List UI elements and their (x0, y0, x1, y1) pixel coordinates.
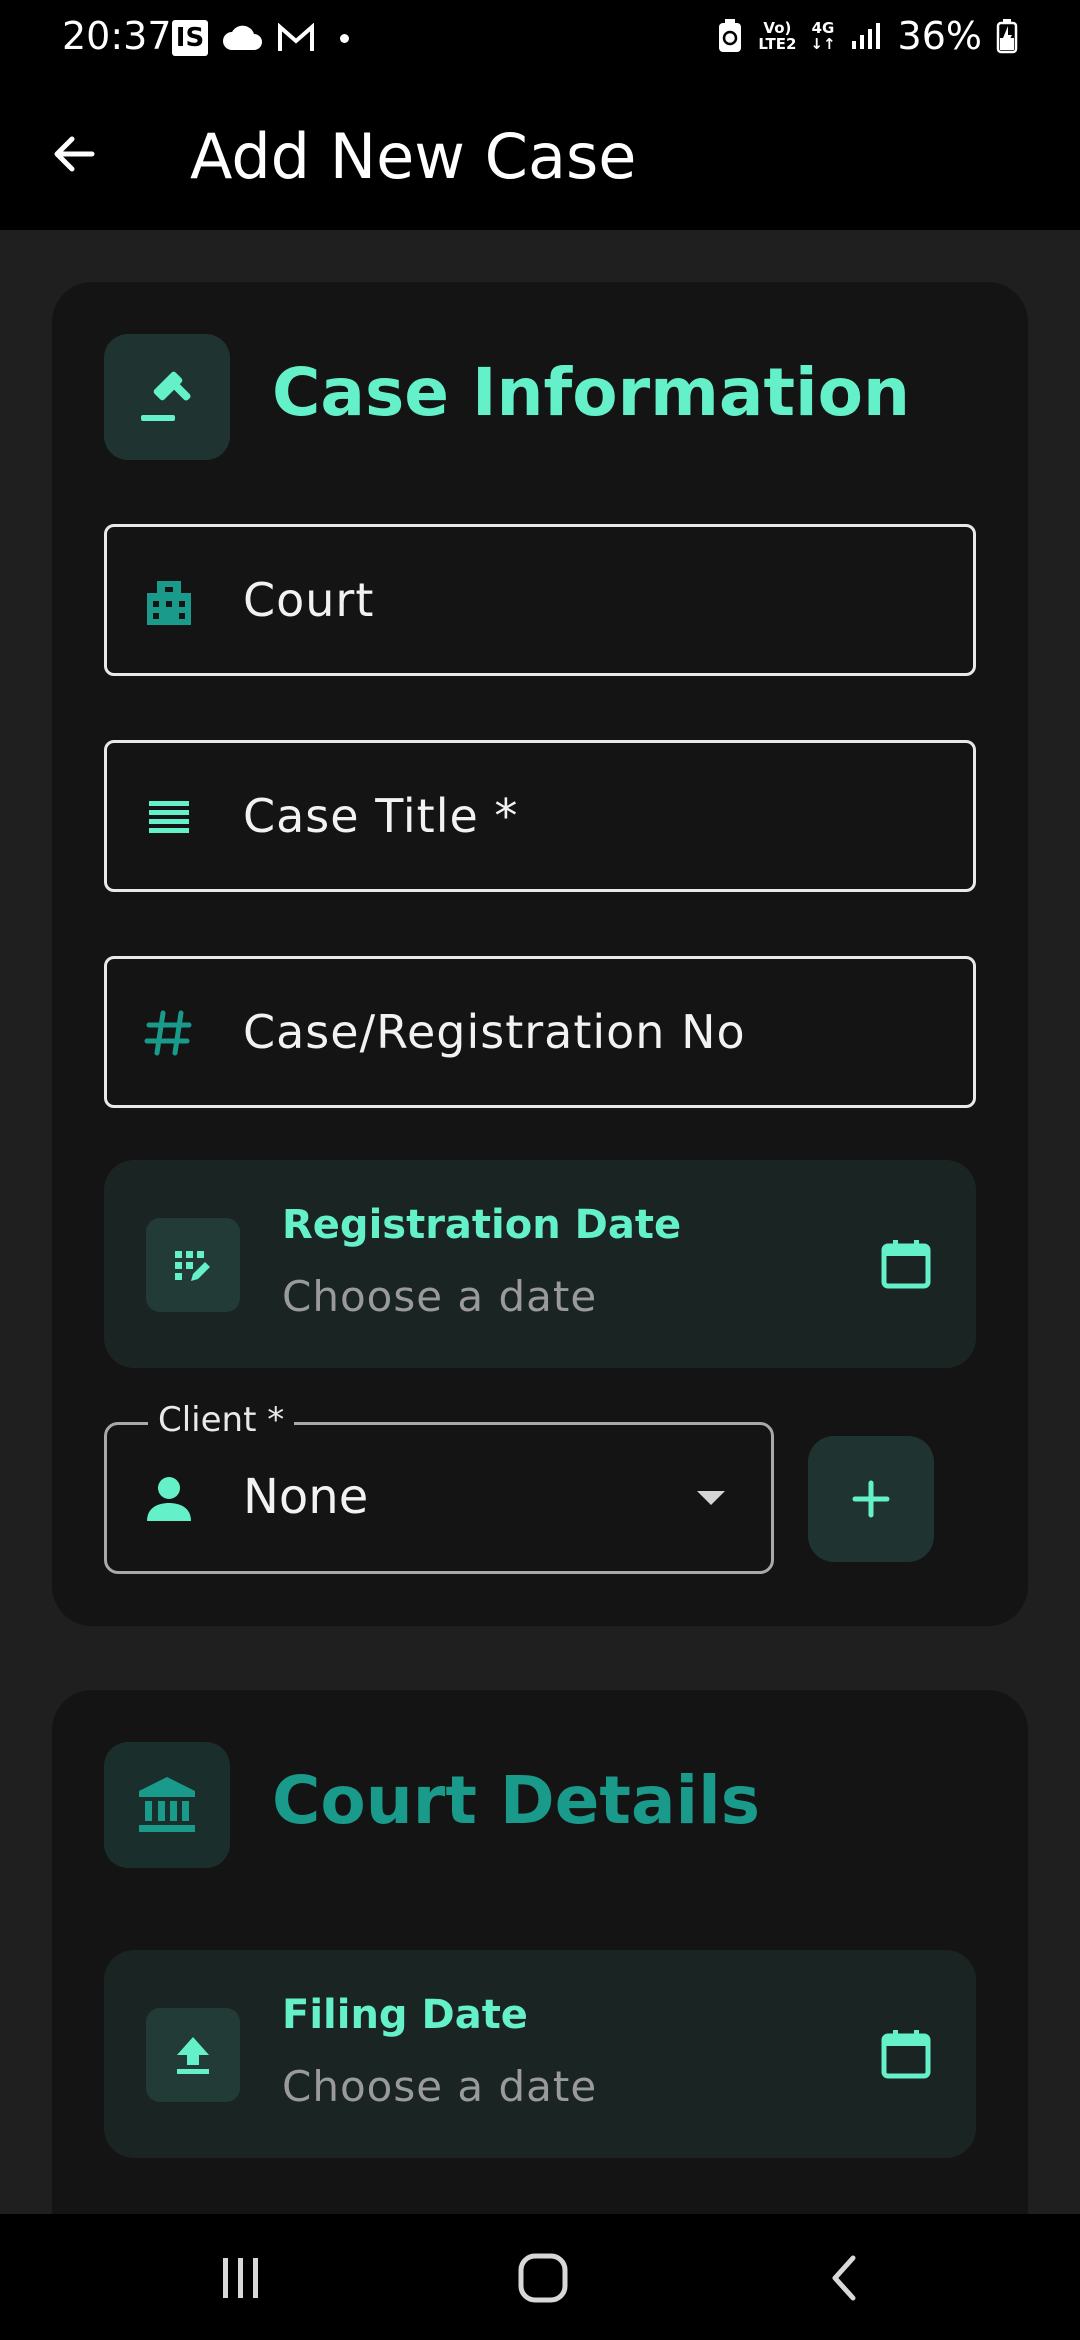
filing-date-picker[interactable]: Filing Date Choose a date (104, 1950, 976, 2158)
page-title: Add New Case (190, 120, 637, 193)
back-nav-button[interactable] (810, 2246, 880, 2310)
home-button[interactable] (508, 2246, 578, 2310)
gmail-icon (278, 23, 314, 51)
hash-icon (143, 1007, 195, 1059)
status-right-icons: Vo) LTE2 4G ↓↑ 36% (716, 14, 1018, 58)
case-title-field[interactable]: Case Title * (104, 740, 976, 892)
status-bar: 20:37 IS Vo) LTE2 4G ↓↑ 36% (0, 0, 1080, 80)
plus-icon (852, 1480, 890, 1518)
case-number-label: Case/Registration No (243, 1005, 746, 1059)
client-dropdown[interactable]: None (104, 1422, 774, 1574)
recents-button[interactable] (206, 2246, 276, 2310)
app-notification-icon: IS (172, 20, 208, 56)
battery-charging-icon (996, 19, 1018, 54)
case-information-title: Case Information (272, 354, 910, 431)
add-client-button[interactable] (808, 1436, 934, 1562)
building-icon (143, 575, 195, 627)
bank-icon (139, 1777, 195, 1832)
signal-icon (851, 23, 880, 49)
client-value: None (243, 1469, 369, 1525)
filing-date-title: Filing Date (282, 1992, 528, 2038)
dropdown-caret-icon (697, 1491, 725, 1505)
status-time: 20:37 (62, 14, 172, 58)
upload-icon-box (146, 2008, 240, 2102)
case-information-icon-box (104, 334, 230, 460)
notification-icons: IS (172, 20, 349, 56)
court-details-title: Court Details (272, 1762, 761, 1839)
back-button[interactable] (46, 126, 102, 182)
back-nav-icon (832, 2255, 856, 2301)
cloud-icon (223, 25, 262, 50)
more-notifications-dot (340, 33, 349, 43)
court-field[interactable]: Court (104, 524, 976, 676)
registration-date-placeholder: Choose a date (282, 1272, 598, 1321)
calendar-icon[interactable] (878, 2026, 934, 2082)
registration-date-title: Registration Date (282, 1202, 682, 1248)
client-legend: Client * (148, 1400, 295, 1440)
case-title-label: Case Title * (243, 789, 519, 843)
system-navigation-bar (0, 2214, 1080, 2340)
volte-indicator: Vo) LTE2 (758, 19, 797, 53)
battery-saver-icon (719, 19, 742, 52)
battery-percent: 36% (897, 14, 982, 58)
recents-icon (223, 2258, 258, 2298)
case-information-card: Case Information Court Case Title * Case… (52, 282, 1028, 1626)
back-arrow-icon (54, 136, 95, 172)
filing-date-placeholder: Choose a date (282, 2062, 598, 2111)
court-label: Court (243, 573, 375, 627)
app-bar: Add New Case (0, 80, 1080, 230)
registration-date-picker[interactable]: Registration Date Choose a date (104, 1160, 976, 1368)
court-details-icon-box (104, 1742, 230, 1868)
person-icon (143, 1473, 195, 1525)
edit-calendar-icon-box (146, 1218, 240, 1312)
case-number-field[interactable]: Case/Registration No (104, 956, 976, 1108)
gavel-icon (141, 371, 191, 421)
home-icon (518, 2253, 568, 2303)
upload-icon (177, 2037, 209, 2074)
4g-indicator: 4G ↓↑ (810, 19, 836, 53)
calendar-icon[interactable] (878, 1236, 934, 1292)
lines-icon (143, 791, 195, 843)
edit-calendar-icon (175, 1251, 210, 1281)
